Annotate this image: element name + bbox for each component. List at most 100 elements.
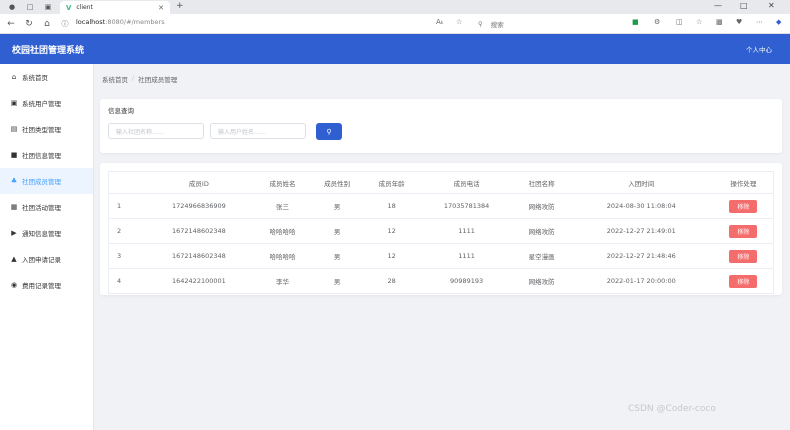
member-age: 12 [364, 243, 419, 269]
sidebar-item-applications[interactable]: ▲ 入团申请记录 [0, 246, 93, 272]
home-icon[interactable]: ⌂ [40, 19, 54, 29]
member-gender: 男 [309, 193, 365, 219]
user-name-placeholder: 输入用户姓名…… [218, 128, 267, 136]
club-name-placeholder: 输入社团名称…… [116, 128, 165, 136]
user-center-link[interactable]: 个人中心 [746, 44, 772, 54]
sidebar-item-users[interactable]: ▣ 系统用户管理 [0, 90, 93, 116]
favorite-star-icon[interactable]: ☆ [456, 18, 462, 26]
col-member-name: 成员姓名 [255, 171, 310, 194]
read-aloud-icon[interactable]: Aₖ [436, 18, 444, 26]
join-time: 2024-08-30 11:08:04 [568, 193, 714, 219]
member-phone: 90989193 [418, 268, 515, 294]
split-screen-icon[interactable]: ◫ [676, 18, 683, 26]
col-join-time: 入团时间 [568, 171, 714, 194]
info-icon[interactable]: ⓘ [58, 19, 72, 29]
breadcrumb: 系统首页 / 社团成员管理 [102, 74, 177, 84]
member-id: 1642422100001 [142, 268, 256, 294]
fee-icon: ◉ [10, 281, 18, 289]
sidebar-item-label: 费用记录管理 [22, 282, 61, 290]
member-id: 1724966836909 [142, 193, 256, 219]
member-gender: 男 [309, 218, 365, 244]
member-age: 18 [364, 193, 419, 219]
home-icon: ⌂ [11, 73, 17, 81]
back-icon[interactable]: ← [4, 19, 18, 29]
new-tab-icon[interactable]: + [176, 1, 184, 11]
search-button[interactable]: ⚲ [316, 123, 342, 140]
breadcrumb-current: 社团成员管理 [138, 76, 178, 84]
url-path: :8080/#/members [105, 18, 165, 26]
sidebar-item-club-info[interactable]: ■ 社团信息管理 [0, 142, 93, 168]
club-name-input[interactable]: 输入社团名称…… [108, 123, 204, 139]
club-name: 星空漫画 [514, 243, 569, 269]
actions-cell: 移除 [713, 243, 774, 269]
extensions-icon[interactable]: ⚙ [654, 18, 660, 26]
search-icon: ⚲ [326, 127, 332, 136]
browser-essentials-icon[interactable]: ♥ [736, 18, 742, 26]
col-actions: 操作处理 [713, 171, 774, 194]
remove-button[interactable]: 移除 [729, 249, 758, 263]
actions-cell: 移除 [713, 218, 774, 244]
browser-tab[interactable]: V client ✕ [60, 1, 170, 14]
reload-icon[interactable]: ↻ [22, 19, 36, 29]
user-name-input[interactable]: 输入用户姓名…… [210, 123, 306, 139]
member-phone: 1111 [418, 218, 515, 244]
sidebar-item-home[interactable]: ⌂ 系统首页 [0, 64, 93, 90]
member-name: 李华 [255, 268, 310, 294]
members-icon: ♣ [10, 177, 18, 185]
club-name: 网络攻防 [514, 193, 569, 219]
sidebar: ⌂ 系统首页 ▣ 系统用户管理 ▤ 社团类型管理 ■ 社团信息管理 ♣ 社团成员管理 ▦ 社… [0, 64, 94, 430]
more-menu-icon[interactable]: ⋯ [756, 18, 763, 26]
row-index: 3 [108, 243, 143, 269]
join-time: 2022-12-27 21:49:01 [568, 218, 714, 244]
browser-tabbar: ● □ ▣ V client ✕ + — □ ✕ [0, 0, 790, 14]
vue-icon: V [66, 3, 72, 12]
favorites-icon[interactable]: ☆ [696, 18, 702, 26]
main-content: 系统首页 / 社团成员管理 信息查询 输入社团名称…… 输入用户姓名…… ⚲ 成… [94, 64, 790, 430]
activity-icon: ▦ [10, 203, 18, 211]
search-card: 信息查询 输入社团名称…… 输入用户姓名…… ⚲ [100, 99, 782, 153]
sidebar-item-label: 社团信息管理 [22, 152, 61, 160]
app-header: 校园社团管理系统 个人中心 [0, 34, 790, 64]
minimize-icon[interactable]: — [714, 1, 722, 10]
search-placeholder: 搜索 [490, 20, 504, 29]
table-row: 3 1672148602348 哈哈哈哈 男 12 1111 星空漫画 2022… [108, 243, 774, 269]
tab-actions-icon[interactable]: ▣ [42, 1, 54, 13]
url-field[interactable]: localhost:8080/#/members [76, 18, 165, 26]
member-gender: 男 [309, 268, 365, 294]
table-header-row: 成员ID 成员姓名 成员性别 成员年龄 成员电话 社团名称 入团时间 操作处理 [108, 171, 774, 194]
copilot-icon[interactable]: ◆ [776, 18, 781, 26]
workspaces-icon[interactable]: □ [24, 1, 36, 13]
remove-button[interactable]: 移除 [729, 274, 758, 288]
join-time: 2022-01-17 20:00:00 [568, 268, 714, 294]
col-member-phone: 成员电话 [418, 171, 515, 194]
row-index: 2 [108, 218, 143, 244]
member-age: 12 [364, 218, 419, 244]
close-window-icon[interactable]: ✕ [768, 1, 775, 10]
breadcrumb-separator: / [132, 74, 135, 82]
col-member-id: 成员ID [142, 171, 256, 194]
member-name: 张三 [255, 193, 310, 219]
breadcrumb-home[interactable]: 系统首页 [102, 74, 128, 84]
remove-button[interactable]: 移除 [729, 199, 758, 213]
member-id: 1672148602348 [142, 218, 256, 244]
sidebar-item-label: 通知信息管理 [22, 230, 61, 238]
maximize-icon[interactable]: □ [740, 1, 748, 10]
remove-button[interactable]: 移除 [729, 224, 758, 238]
sidebar-item-label: 入团申请记录 [22, 256, 61, 264]
row-index: 4 [108, 268, 143, 294]
sidebar-item-activities[interactable]: ▦ 社团活动管理 [0, 194, 93, 220]
sidebar-item-members[interactable]: ♣ 社团成员管理 [0, 168, 93, 194]
profile-icon[interactable]: ● [6, 1, 18, 13]
member-name: 哈哈哈哈 [255, 243, 310, 269]
club-name: 网络攻防 [514, 268, 569, 294]
collections-icon[interactable]: ▩ [716, 18, 723, 26]
browser-search[interactable]: ⚲ 搜索 [478, 17, 598, 30]
member-phone: 1111 [418, 243, 515, 269]
club-name: 网络攻防 [514, 218, 569, 244]
close-tab-icon[interactable]: ✕ [158, 4, 164, 12]
shield-icon[interactable]: ■ [632, 18, 639, 26]
sidebar-item-club-types[interactable]: ▤ 社团类型管理 [0, 116, 93, 142]
sidebar-item-fees[interactable]: ◉ 费用记录管理 [0, 272, 93, 298]
member-name: 哈哈哈哈 [255, 218, 310, 244]
sidebar-item-notices[interactable]: ▶ 通知信息管理 [0, 220, 93, 246]
